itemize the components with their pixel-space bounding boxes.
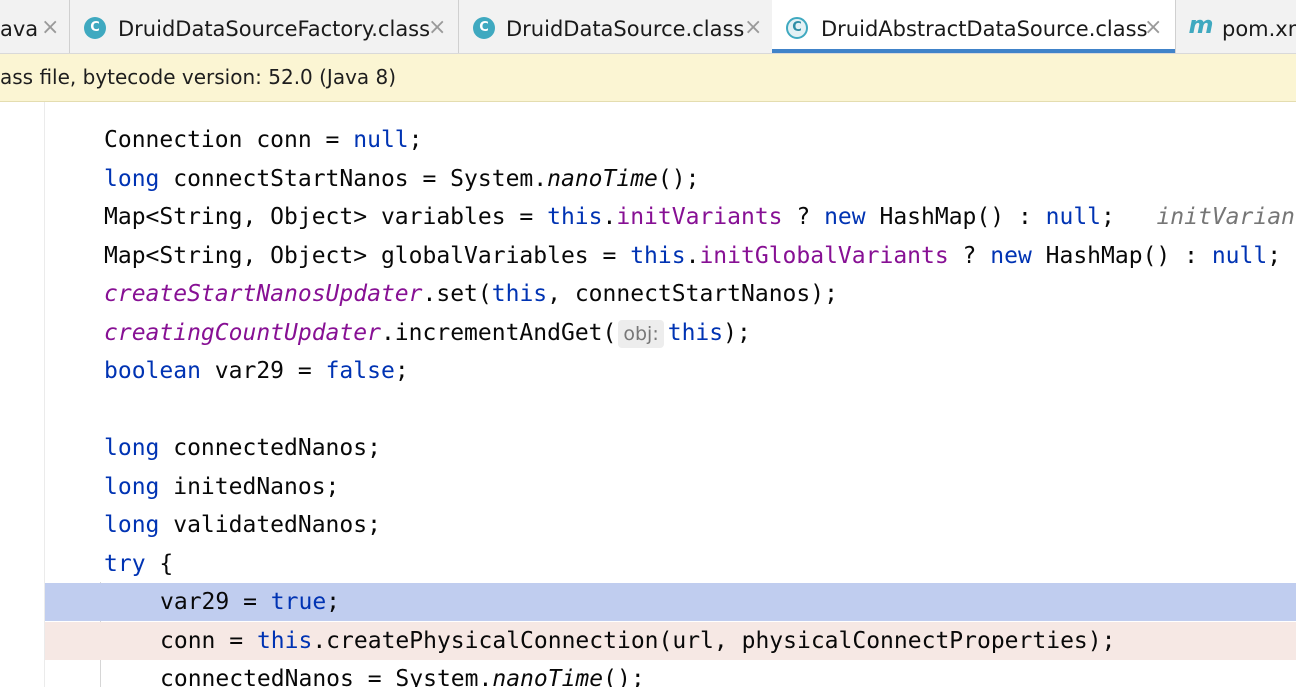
code-line[interactable]: long connectStartNanos = System.nanoTime…: [45, 160, 1296, 198]
current-execution-line[interactable]: var29 = true;: [45, 583, 1296, 621]
close-icon[interactable]: ×: [1144, 15, 1162, 41]
tab-pom-xml[interactable]: m pom.xml: [1176, 0, 1296, 53]
static-field: createStartNanosUpdater: [104, 281, 423, 307]
keyword: this: [256, 628, 313, 654]
code-text: ;: [394, 358, 409, 384]
code-text: initedNanos;: [159, 474, 340, 500]
code-text: connectedNanos;: [159, 435, 381, 461]
code-text: validatedNanos;: [159, 512, 381, 538]
field: initVariants: [616, 204, 783, 230]
code-line[interactable]: long connectedNanos;: [45, 429, 1296, 467]
code-text: ?: [782, 204, 825, 230]
code-line[interactable]: createStartNanosUpdater.set(this, connec…: [45, 275, 1296, 313]
code-text: .: [685, 243, 700, 269]
code-line[interactable]: Map<String, Object> variables = this.ini…: [45, 198, 1296, 236]
keyword: this: [547, 204, 603, 230]
code-text: ;: [326, 589, 341, 615]
static-method: nanoTime: [547, 166, 658, 192]
decompiled-class-banner: ass file, bytecode version: 52.0 (Java 8…: [0, 54, 1296, 102]
keyword: boolean: [104, 358, 201, 384]
inline-value-hint: initVarian: [1156, 204, 1295, 230]
field: initGlobalVariants: [699, 243, 949, 269]
code-text: ;: [1267, 243, 1282, 269]
code-text: connectStartNanos = System.: [159, 166, 548, 192]
code-text: .incrementAndGet(: [380, 320, 617, 346]
keyword: null: [1211, 243, 1268, 269]
code-text: Map<String, Object> variables =: [104, 204, 548, 230]
code-text: Map<String, Object> globalVariables =: [104, 243, 631, 269]
code-text: ?: [948, 243, 991, 269]
code-text: .createPhysicalConnection(url, physicalC…: [312, 628, 1116, 654]
breakpoint-line[interactable]: conn = this.createPhysicalConnection(url…: [45, 622, 1296, 660]
code-editor[interactable]: Connection conn = null; long connectStar…: [45, 102, 1296, 687]
maven-icon: m: [1188, 11, 1214, 39]
keyword: this: [667, 320, 724, 346]
class-icon: C: [84, 17, 106, 39]
keyword: this: [630, 243, 686, 269]
static-field: creatingCountUpdater: [104, 320, 381, 346]
keyword: false: [325, 358, 395, 384]
keyword: try: [104, 551, 146, 577]
keyword: new: [824, 204, 866, 230]
code-line[interactable]: Connection conn = null;: [45, 121, 1296, 159]
code-text: , connectStartNanos);: [547, 281, 838, 307]
close-icon[interactable]: ×: [744, 15, 762, 41]
abstract-class-icon: C: [786, 17, 808, 39]
code-line[interactable]: Map<String, Object> globalVariables = th…: [45, 237, 1296, 275]
editor-tab-bar: ava × C DruidDataSourceFactory.class × C…: [0, 0, 1296, 54]
code-text: ;: [1101, 204, 1115, 230]
keyword: this: [491, 281, 548, 307]
close-icon[interactable]: ×: [41, 15, 59, 41]
code-text: .: [602, 204, 617, 230]
code-text: conn =: [160, 628, 257, 654]
tab-java-file[interactable]: ava ×: [0, 0, 69, 53]
code-line[interactable]: try {: [45, 545, 1296, 583]
code-text: HashMap() :: [865, 204, 1046, 230]
code-text: var29 =: [200, 358, 326, 384]
close-icon[interactable]: ×: [428, 15, 446, 41]
class-icon: C: [473, 17, 495, 39]
parameter-hint: obj:: [618, 320, 664, 348]
tab-label: pom.xml: [1222, 17, 1296, 41]
code-text: Connection conn =: [104, 127, 354, 153]
code-text: );: [723, 320, 751, 346]
static-method: nanoTime: [492, 666, 604, 687]
editor-gutter[interactable]: [0, 102, 45, 687]
tab-druid-datasource[interactable]: C DruidDataSource.class ×: [459, 0, 772, 53]
keyword: long: [104, 435, 160, 461]
code-text: {: [145, 551, 174, 577]
code-text: ;: [408, 127, 423, 153]
code-text: ();: [603, 666, 645, 687]
code-line[interactable]: long initedNanos;: [45, 468, 1296, 506]
code-text: connectedNanos = System.: [160, 666, 493, 687]
tab-druid-abstract-datasource[interactable]: C DruidAbstractDataSource.class ×: [772, 0, 1175, 53]
code-text: ();: [657, 166, 700, 192]
code-text: var29 =: [160, 589, 271, 615]
keyword: long: [104, 474, 160, 500]
tab-label: DruidAbstractDataSource.class: [821, 17, 1148, 41]
keyword: new: [990, 243, 1032, 269]
tab-label: DruidDataSource.class: [506, 17, 745, 41]
banner-text: ass file, bytecode version: 52.0 (Java 8…: [0, 65, 397, 89]
code-text: HashMap() :: [1031, 243, 1212, 269]
code-line[interactable]: boolean var29 = false;: [45, 352, 1296, 390]
tab-label: ava: [0, 17, 39, 41]
keyword: true: [270, 589, 327, 615]
code-line[interactable]: creatingCountUpdater.incrementAndGet(obj…: [45, 314, 1296, 352]
code-text: .set(: [422, 281, 492, 307]
keyword: long: [104, 512, 160, 538]
tab-druid-datasource-factory[interactable]: C DruidDataSourceFactory.class ×: [70, 0, 458, 53]
code-line[interactable]: connectedNanos = System.nanoTime();: [45, 660, 1296, 687]
code-line[interactable]: long validatedNanos;: [45, 506, 1296, 544]
keyword: long: [104, 166, 160, 192]
tab-label: DruidDataSourceFactory.class: [118, 17, 431, 41]
keyword: null: [353, 127, 409, 153]
keyword: null: [1045, 204, 1102, 230]
